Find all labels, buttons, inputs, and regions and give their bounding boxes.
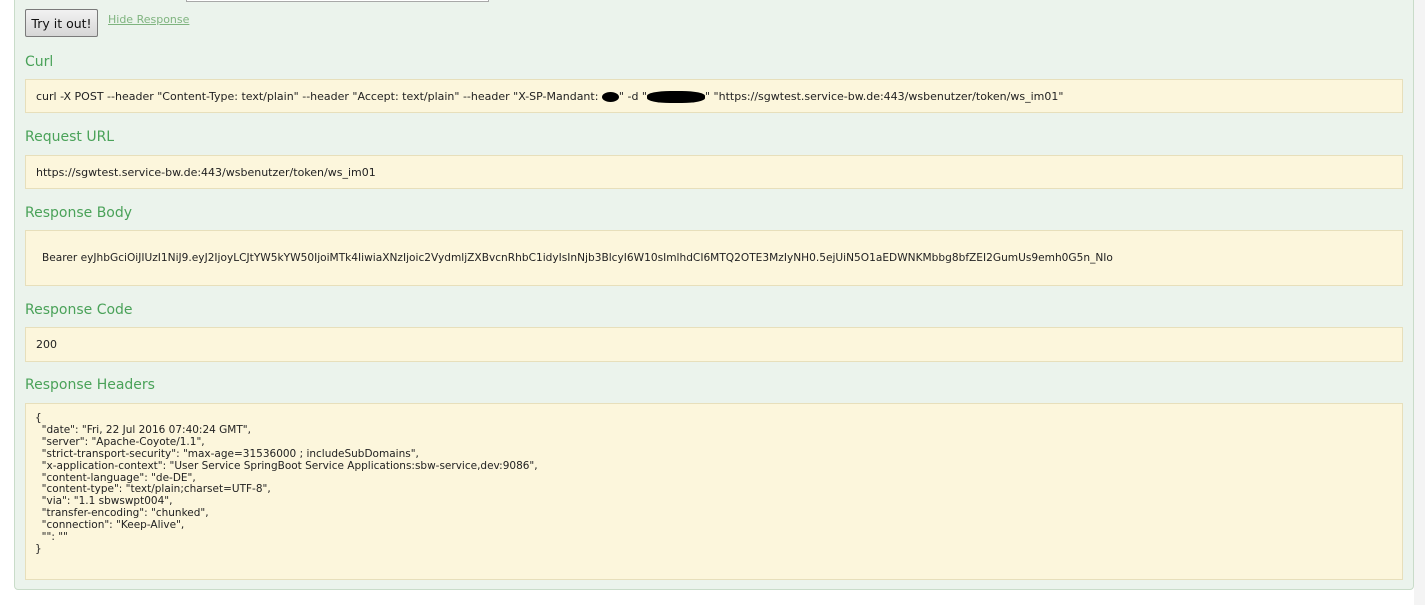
- curl-box: curl -X POST --header "Content-Type: tex…: [25, 79, 1403, 113]
- response-code-box: 200: [25, 327, 1403, 362]
- redacted-mark: [601, 92, 619, 102]
- response-code-value: 200: [36, 338, 57, 351]
- parameter-input[interactable]: [186, 0, 489, 2]
- response-body-label: Response Body: [25, 205, 133, 221]
- curl-command-part2: " -d ": [618, 90, 647, 103]
- curl-command: curl -X POST --header "Content-Type: tex…: [36, 90, 1063, 103]
- vertical-scrollbar[interactable]: [1414, 0, 1425, 605]
- request-url-label: Request URL: [25, 129, 115, 145]
- redacted-mark: [647, 91, 705, 103]
- curl-label: Curl: [25, 54, 54, 70]
- curl-command-part3: " "https://sgwtest.service-bw.de:443/wsb…: [705, 90, 1064, 103]
- curl-command-part1: curl -X POST --header "Content-Type: tex…: [36, 90, 602, 103]
- try-it-out-button[interactable]: Try it out!: [25, 9, 98, 37]
- hide-response-link[interactable]: Hide Response: [108, 13, 189, 26]
- response-body-value: Bearer eyJhbGciOiJIUzI1NiJ9.eyJ2IjoyLCJt…: [42, 252, 1113, 264]
- response-headers-label: Response Headers: [25, 377, 155, 393]
- response-headers-value: { "date": "Fri, 22 Jul 2016 07:40:24 GMT…: [35, 412, 538, 555]
- request-url-box: https://sgwtest.service-bw.de:443/wsbenu…: [25, 155, 1403, 189]
- response-body-box: Bearer eyJhbGciOiJIUzI1NiJ9.eyJ2IjoyLCJt…: [25, 230, 1403, 286]
- response-code-label: Response Code: [25, 302, 133, 318]
- request-url-value: https://sgwtest.service-bw.de:443/wsbenu…: [36, 166, 376, 179]
- response-headers-box: { "date": "Fri, 22 Jul 2016 07:40:24 GMT…: [25, 403, 1403, 580]
